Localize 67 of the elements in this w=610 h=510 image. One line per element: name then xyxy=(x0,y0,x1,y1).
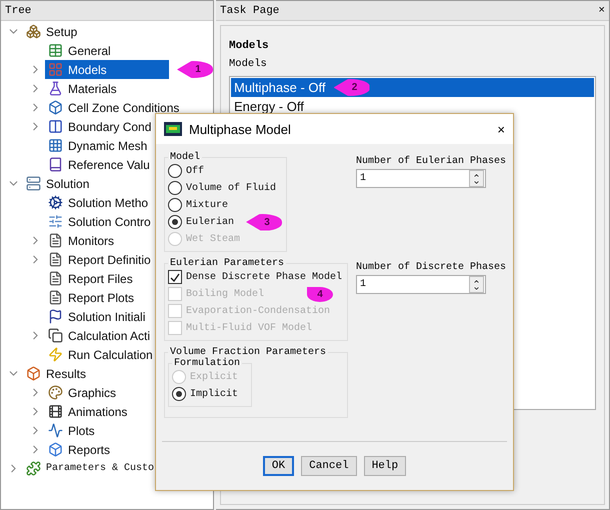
grid-icon xyxy=(48,62,63,77)
tree-item[interactable]: Reports xyxy=(45,440,213,459)
checkbox-option[interactable]: Dense Discrete Phase Model xyxy=(168,269,342,285)
app-icon xyxy=(164,122,182,136)
table-icon xyxy=(48,43,63,58)
dialog-button[interactable]: Cancel xyxy=(301,456,357,476)
cube-icon xyxy=(26,366,41,381)
callout-marker: 4 xyxy=(307,287,333,302)
group-label: Model xyxy=(169,152,202,163)
tree-item[interactable]: Setup xyxy=(23,22,213,41)
check-icon xyxy=(170,272,180,282)
puzzle-icon xyxy=(26,461,41,476)
radio-option[interactable]: Eulerian 3 xyxy=(168,214,282,230)
copy-icon xyxy=(48,328,63,343)
callout-marker: 1 xyxy=(177,61,213,78)
sliders-icon xyxy=(48,214,63,229)
number-field[interactable]: 1 xyxy=(356,169,486,188)
radio-option[interactable]: Implicit xyxy=(172,386,238,402)
group-label: Eulerian Parameters xyxy=(169,258,286,269)
radio-option[interactable]: Mixture xyxy=(168,197,228,213)
palette-icon xyxy=(48,385,63,400)
number-field[interactable]: 1 xyxy=(356,275,486,294)
tree-item[interactable]: Cell Zone Conditions xyxy=(45,98,213,117)
film-icon xyxy=(48,404,63,419)
checkbox[interactable] xyxy=(168,270,182,284)
tree-item[interactable]: Models xyxy=(45,60,169,79)
panel-title: Task Page xyxy=(220,4,280,16)
dialog-title: Multiphase Model xyxy=(189,122,291,136)
server-icon xyxy=(26,176,41,191)
boxes-icon xyxy=(26,24,41,39)
document-icon xyxy=(48,252,63,267)
group-label: Formulation xyxy=(173,358,242,369)
plot-icon xyxy=(48,423,63,438)
flag-icon xyxy=(48,309,63,324)
field-label: Number of Eulerian Phases xyxy=(356,156,508,167)
book-icon xyxy=(48,157,63,172)
columns-icon xyxy=(48,119,63,134)
list-label: Models xyxy=(229,58,268,70)
tree-item[interactable]: Materials xyxy=(45,79,213,98)
tree-item[interactable]: General xyxy=(45,41,213,60)
radio-option[interactable]: Off xyxy=(168,163,204,179)
gear-icon xyxy=(48,195,63,210)
box-icon xyxy=(48,442,63,457)
page-heading: Models xyxy=(229,40,270,52)
lightning-icon xyxy=(48,347,63,362)
panel-title: Tree xyxy=(5,4,32,16)
callout-marker: 3 xyxy=(246,214,282,230)
box-icon xyxy=(48,100,63,115)
radio-option[interactable]: Volume of Fluid xyxy=(168,180,276,196)
grid-icon xyxy=(48,138,63,153)
close-button[interactable]: × xyxy=(497,122,505,136)
document-icon xyxy=(48,233,63,248)
group-label: Volume Fraction Parameters xyxy=(169,347,328,358)
flask-icon xyxy=(48,81,63,96)
callout-marker: 2 xyxy=(334,79,370,96)
tree-item[interactable]: Animations xyxy=(45,402,213,421)
tree-item[interactable]: Parameters & Custo xyxy=(23,459,213,478)
field-label: Number of Discrete Phases xyxy=(356,262,508,273)
list-item[interactable]: Multiphase - Off 2 xyxy=(231,78,594,97)
dialog-button[interactable]: Help xyxy=(364,456,406,476)
close-button[interactable]: × xyxy=(598,4,605,16)
spin-buttons[interactable] xyxy=(469,276,484,293)
document-icon xyxy=(48,290,63,305)
dialog-button[interactable]: OK xyxy=(262,456,294,476)
document-icon xyxy=(48,271,63,286)
spin-buttons[interactable] xyxy=(469,170,484,187)
tree-item[interactable]: Plots xyxy=(45,421,213,440)
